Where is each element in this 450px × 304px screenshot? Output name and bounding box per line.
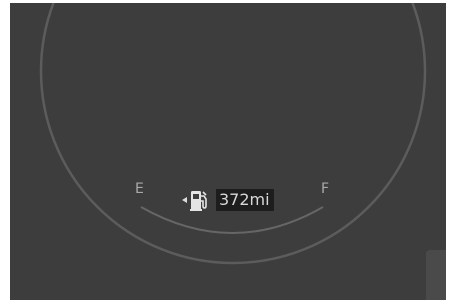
dial-outer-ring <box>39 3 427 265</box>
fuel-gauge-dial <box>39 3 427 265</box>
left-triangle-icon <box>182 197 187 203</box>
full-label: F <box>321 181 330 197</box>
empty-label: E <box>135 181 144 197</box>
fuel-range-indicator: 372mi <box>182 188 274 212</box>
side-panel-edge <box>426 250 446 300</box>
fuel-pump-icon <box>190 191 207 211</box>
instrument-cluster: E F 372mi <box>10 3 446 300</box>
range-readout: 372mi <box>216 189 274 211</box>
